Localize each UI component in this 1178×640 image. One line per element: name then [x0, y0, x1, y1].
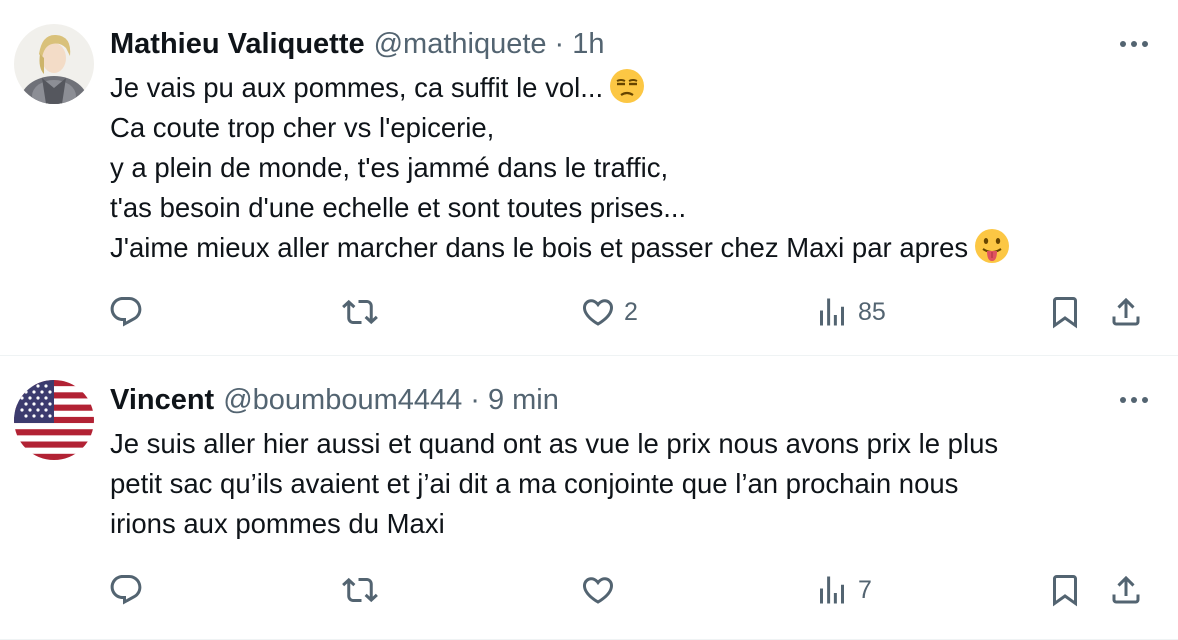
- avatar[interactable]: [14, 24, 94, 104]
- like-icon: [582, 577, 614, 604]
- tweet-vincent[interactable]: Vincent @boumboum4444 · 9 min Je suis al…: [0, 356, 1178, 640]
- view-count: 85: [858, 297, 886, 326]
- separator: ·: [554, 27, 565, 60]
- tweet-line: t'as besoin d'une echelle et sont toutes…: [110, 192, 687, 223]
- tweet-line: J'aime mieux aller marcher dans le bois …: [110, 228, 1150, 268]
- avatar[interactable]: [14, 380, 94, 460]
- share-icon: [1112, 297, 1140, 326]
- bookmark-button[interactable]: [1047, 290, 1083, 334]
- tweet-line: petit sac qu’ils avaient et j’ai dit a m…: [110, 468, 959, 499]
- views-button[interactable]: 7: [814, 568, 872, 612]
- tweet-line: y a plein de monde, t'es jammé dans le t…: [110, 152, 669, 183]
- display-name[interactable]: Vincent: [110, 384, 214, 417]
- like-count: 2: [624, 297, 638, 326]
- share-button[interactable]: [1108, 290, 1144, 334]
- face-with-tongue-icon: [975, 229, 1010, 263]
- retweet-icon: [342, 299, 378, 325]
- views-icon: [820, 298, 844, 326]
- bookmark-button[interactable]: [1047, 568, 1083, 612]
- tweet-line: irions aux pommes du Maxi: [110, 508, 445, 539]
- timestamp[interactable]: 9 min: [488, 384, 559, 417]
- tweet-text: Je suis aller hier aussi et quand ont as…: [110, 424, 1150, 544]
- bookmark-icon: [1053, 575, 1077, 607]
- tweet-line: Je suis aller hier aussi et quand ont as…: [110, 428, 999, 459]
- unamused-face-icon: [610, 69, 645, 103]
- tweet-mathieu[interactable]: Mathieu Valiquette @mathiquete · 1h Je v…: [0, 0, 1178, 356]
- tweet-header: Vincent @boumboum4444 · 9 min: [110, 382, 559, 418]
- share-icon: [1112, 575, 1140, 604]
- bookmark-icon: [1053, 297, 1077, 329]
- reply-button[interactable]: [108, 290, 144, 334]
- like-button[interactable]: [580, 568, 624, 612]
- retweet-button[interactable]: [342, 290, 378, 334]
- retweet-icon: [342, 577, 378, 603]
- user-handle[interactable]: @mathiquete: [374, 28, 547, 61]
- views-icon: [820, 576, 844, 604]
- tweet-text: Je vais pu aux pommes, ca suffit le vol.…: [110, 68, 1150, 268]
- like-button[interactable]: 2: [580, 290, 638, 334]
- tweet-actions: 2 85: [0, 290, 1178, 334]
- tweet-actions: 7: [0, 568, 1178, 612]
- tweet-line: Ca coute trop cher vs l'epicerie,: [110, 112, 495, 143]
- like-icon: [582, 299, 614, 326]
- view-count: 7: [858, 575, 872, 604]
- user-handle[interactable]: @boumboum4444: [223, 384, 462, 417]
- more-icon[interactable]: [1116, 30, 1152, 58]
- more-icon[interactable]: [1116, 386, 1152, 414]
- separator: ·: [470, 383, 480, 416]
- tweet-line: Je vais pu aux pommes, ca suffit le vol.…: [110, 68, 1150, 108]
- tweet-header: Mathieu Valiquette @mathiquete · 1h: [110, 26, 604, 62]
- retweet-button[interactable]: [342, 568, 378, 612]
- timestamp[interactable]: 1h: [572, 28, 604, 61]
- reply-button[interactable]: [108, 568, 144, 612]
- views-button[interactable]: 85: [814, 290, 886, 334]
- reply-icon: [110, 575, 142, 605]
- share-button[interactable]: [1108, 568, 1144, 612]
- reply-icon: [110, 297, 142, 327]
- display-name[interactable]: Mathieu Valiquette: [110, 28, 365, 61]
